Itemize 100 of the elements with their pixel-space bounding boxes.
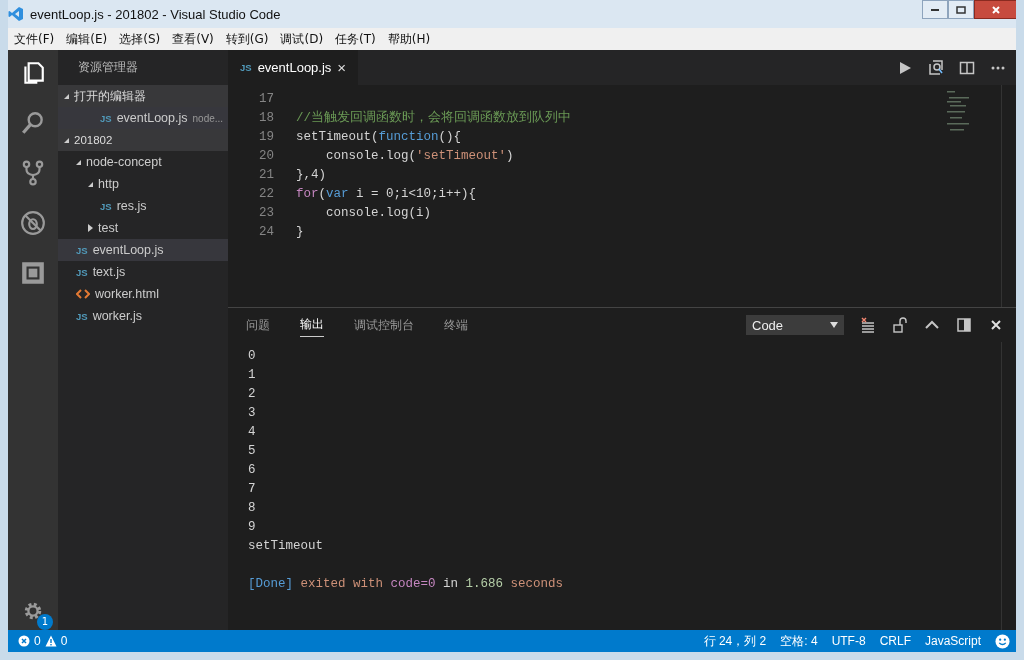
output-line: 2 xyxy=(248,387,256,401)
minimize-icon xyxy=(931,8,939,11)
tab-label: eventLoop.js xyxy=(257,60,332,75)
file-name: res.js xyxy=(116,199,147,213)
clear-output-icon[interactable] xyxy=(860,317,876,333)
file-name: text.js xyxy=(92,265,126,279)
settings-icon[interactable] xyxy=(22,600,44,622)
tree-item[interactable]: JS res.js xyxy=(58,195,228,217)
tree-item[interactable]: http xyxy=(58,173,228,195)
run-icon[interactable] xyxy=(897,59,913,76)
line-number: 21 xyxy=(258,167,275,182)
problems-status[interactable]: 0 0 xyxy=(18,634,68,648)
menu-item[interactable]: 选择(S) xyxy=(113,30,167,48)
file-name: test xyxy=(98,221,119,235)
maximize-button[interactable] xyxy=(948,0,974,19)
tree-item[interactable]: JS eventLoop.js node... xyxy=(58,107,228,129)
panel-tab[interactable]: 调试控制台 xyxy=(354,313,414,337)
menu-item[interactable]: 编辑(E) xyxy=(60,30,114,48)
output-line: [Done] exited with code=0 in 1.686 seconds xyxy=(248,577,564,591)
section-header[interactable]: 201802 xyxy=(58,129,228,151)
code-line: setTimeout(function(){ xyxy=(296,129,462,144)
menu-item[interactable]: 调试(D) xyxy=(274,30,330,48)
output-channel-dropdown[interactable]: Code xyxy=(746,315,844,335)
tree-item[interactable]: node-concept xyxy=(58,151,228,173)
file-path: node... xyxy=(192,112,224,124)
split-editor-icon[interactable] xyxy=(959,59,975,76)
js-file-icon: JS xyxy=(240,62,252,73)
tree-item[interactable]: test xyxy=(58,217,228,239)
panel-tab[interactable]: 问题 xyxy=(246,313,270,337)
code-line: console.log(i) xyxy=(325,205,432,220)
output-line: 4 xyxy=(248,425,256,439)
js-file-icon: JS xyxy=(76,310,88,322)
code-line: },4) xyxy=(296,167,326,182)
app-logo-icon xyxy=(8,6,24,22)
line-number: 17 xyxy=(258,91,275,106)
tree-item[interactable]: JS text.js xyxy=(58,261,228,283)
code-line: } xyxy=(296,224,304,239)
panel-layout-icon[interactable] xyxy=(956,317,972,333)
folder-toggle-icon[interactable] xyxy=(88,224,93,232)
line-number: 20 xyxy=(258,148,275,163)
file-name: http xyxy=(98,177,119,191)
section-header[interactable]: 打开的编辑器 xyxy=(58,85,228,107)
caret-icon xyxy=(830,322,838,328)
window-title: eventLoop.js - 201802 - Visual Studio Code xyxy=(30,6,281,22)
warning-icon xyxy=(44,635,57,647)
output-line: 8 xyxy=(248,501,256,515)
warning-count: 0 xyxy=(60,634,68,648)
close-tab-button[interactable]: × xyxy=(337,59,347,76)
panel-tab[interactable]: 终端 xyxy=(444,313,468,337)
status-item[interactable]: 空格: 4 xyxy=(780,632,818,650)
section-title: 201802 xyxy=(74,134,113,146)
maximize-icon xyxy=(956,4,966,15)
line-number: 23 xyxy=(258,205,275,220)
code-brackets-icon xyxy=(76,289,90,299)
output-line: 5 xyxy=(248,444,256,458)
menu-item[interactable]: 转到(G) xyxy=(219,30,275,48)
folder-toggle-icon[interactable] xyxy=(88,181,93,187)
menu-item[interactable]: 文件(F) xyxy=(8,30,61,48)
file-name: eventLoop.js xyxy=(92,243,164,257)
js-file-icon: JS xyxy=(100,112,112,124)
tree-item[interactable]: JS eventLoop.js xyxy=(58,239,228,261)
error-icon xyxy=(18,635,30,647)
tree-item[interactable]: worker.html xyxy=(58,283,228,305)
output-line: 7 xyxy=(248,482,256,496)
output-line: 6 xyxy=(248,463,256,477)
error-count: 0 xyxy=(34,634,41,648)
notification-badge: 1 xyxy=(37,614,53,630)
line-number: 18 xyxy=(258,110,275,125)
editor-tab[interactable]: JS eventLoop.js × xyxy=(228,50,359,85)
file-name: worker.html xyxy=(95,287,159,301)
line-number: 24 xyxy=(258,224,275,239)
status-item[interactable]: CRLF xyxy=(879,634,911,648)
output-line: 0 xyxy=(248,349,256,363)
search-icon[interactable] xyxy=(20,110,46,136)
code-line: console.log('setTimeout') xyxy=(325,148,514,163)
minimize-button[interactable] xyxy=(922,0,948,19)
smiley-icon[interactable] xyxy=(995,633,1010,649)
status-item[interactable]: UTF-8 xyxy=(831,634,866,648)
lock-icon[interactable] xyxy=(892,317,908,333)
close-icon xyxy=(991,4,1001,15)
output-line: setTimeout xyxy=(248,539,323,553)
folder-toggle-icon[interactable] xyxy=(76,159,81,165)
file-name: worker.js xyxy=(92,309,142,323)
collapse-toggle-icon[interactable] xyxy=(64,93,69,99)
extensions-icon[interactable] xyxy=(20,260,46,286)
status-item[interactable]: 行 24，列 2 xyxy=(703,632,767,650)
close-button[interactable] xyxy=(974,0,1016,19)
menu-item[interactable]: 查看(V) xyxy=(166,30,220,48)
preview-search-icon[interactable] xyxy=(928,59,944,76)
debug-icon[interactable] xyxy=(20,210,46,236)
panel-tab[interactable]: 输出 xyxy=(300,313,324,337)
output-line: 1 xyxy=(248,368,256,382)
menu-item[interactable]: 任务(T) xyxy=(329,30,382,48)
line-number: 19 xyxy=(258,129,275,144)
collapse-toggle-icon[interactable] xyxy=(64,137,69,143)
tree-item[interactable]: JS worker.js xyxy=(58,305,228,327)
section-title: 打开的编辑器 xyxy=(74,88,146,104)
menu-item[interactable]: 帮助(H) xyxy=(381,30,437,48)
status-item[interactable]: JavaScript xyxy=(924,634,981,648)
branch-icon[interactable] xyxy=(20,160,46,186)
